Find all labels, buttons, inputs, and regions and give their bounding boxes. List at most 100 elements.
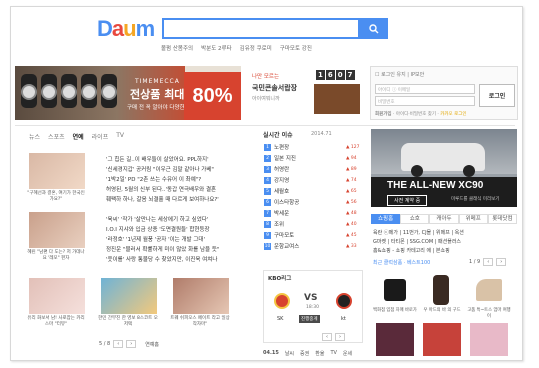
news-headline[interactable]: '웃이를' 사랑 통물당 수 찾았지만, 이진욱 여쳐나: [106, 255, 217, 263]
rank-text: 구마모토: [274, 233, 295, 239]
ip-security-label[interactable]: IP보안: [411, 72, 425, 78]
watch-banner-ad[interactable]: TIMEMECCA 전상품 최대 구매 전 꼭 알아야 다양한 상품 대기중 8…: [15, 66, 241, 120]
tab-shopping[interactable]: 쇼호: [400, 214, 430, 224]
news-headline[interactable]: 허영된, 5월의 신부 된다..'동갑 연극배우와 결혼: [106, 185, 216, 193]
news-caption[interactable]: 유리 화보서 남! 사로잡는 카리스마 "터뷰": [26, 316, 86, 328]
password-field[interactable]: 비밀번호: [375, 96, 475, 106]
next-button[interactable]: ›: [335, 333, 345, 341]
kbo-widget[interactable]: KBO리그 VS 18:30 SK kt 진행중게 ‹ ›: [263, 270, 363, 343]
shop-links[interactable]: 홈&쇼핑 - 쇼핑 카테고리 에 | 본쇼핑: [373, 247, 450, 254]
rank-text: 허영란: [274, 167, 290, 173]
stock-link[interactable]: 증권: [300, 350, 309, 357]
product-caption[interactable]: 우 아드의 바 의 구드: [420, 308, 464, 314]
news-thumbnail[interactable]: [101, 278, 157, 314]
search-input[interactable]: [162, 18, 360, 39]
weather-link[interactable]: 날씨: [285, 350, 294, 357]
tab-tv[interactable]: TV: [116, 132, 124, 141]
rank-text: 노편장: [274, 145, 290, 151]
news-headline[interactable]: 정진운 "블러서 확률하게 미이 않았 화를 남을 듯": [106, 245, 219, 253]
prev-button[interactable]: ‹: [113, 340, 124, 348]
prev-button[interactable]: ‹: [322, 333, 332, 341]
id-field[interactable]: 아이디 ⓘ 이메일: [375, 84, 475, 94]
team-logo: [274, 293, 290, 309]
exchange-link[interactable]: 환율: [315, 350, 324, 357]
ad-subtitle: 아이여뭐니까: [252, 96, 280, 102]
tv-link[interactable]: TV: [330, 350, 336, 357]
news-headline[interactable]: '육씨' '작가 '살만나는 세상에기 하고 싶었다': [106, 215, 208, 223]
ranking-item[interactable]: 7 박세운 ▲ 48: [264, 209, 357, 217]
news-thumbnail[interactable]: [29, 153, 85, 189]
watch-image: [81, 74, 97, 108]
trending-link[interactable]: 볼펌 산봄주의: [161, 44, 193, 52]
kakao-login-link[interactable]: 카카오 로그인: [440, 112, 466, 117]
news-headline[interactable]: 훼팩하 하나, 갈음 뇌결흘 때 다르게 보여하나요?': [106, 195, 219, 203]
tab-sports[interactable]: 스포츠: [48, 132, 65, 141]
ranking-item[interactable]: 9 구마모토 ▲ 45: [264, 231, 357, 239]
news-caption[interactable]: 트퀘 쉬피오스 페이트 라고 일상 작자마": [170, 316, 230, 328]
team-name: kt: [341, 316, 346, 322]
trending-link[interactable]: 김유정 쿠로미: [240, 44, 272, 52]
volvo-ad[interactable]: THE ALL-NEW XC90 사전 계약 중 미루드를 클래식 미리보기: [371, 129, 517, 207]
login-button[interactable]: 로그인: [479, 84, 515, 107]
news-caption[interactable]: "구혜선과 결혼, 여기가 한국인가요?": [26, 191, 86, 203]
product-image[interactable]: [423, 273, 461, 306]
product-image[interactable]: [376, 323, 414, 356]
product-caption[interactable]: 고품 특~트스 엄마 여행 이: [467, 308, 511, 319]
next-button[interactable]: ›: [496, 258, 507, 266]
find-account-link[interactable]: 아이디·비밀번호 찾기: [396, 112, 436, 117]
search-button[interactable]: [360, 18, 388, 39]
news-caption[interactable]: 혜린 "남편 다 도는? 저 가데나요 '레모" 펀자: [26, 250, 86, 262]
furniture-ad[interactable]: 나만 모르는 국민콘솔서랍장 아이여뭐니까 1607: [248, 66, 363, 120]
news-thumbnail[interactable]: [29, 212, 85, 248]
ad-clock: 1607: [316, 70, 355, 80]
tab-shopping[interactable]: 위메프: [458, 214, 488, 224]
logo-letter: a: [111, 16, 124, 41]
next-button[interactable]: ›: [126, 340, 137, 348]
rank-number: 10: [264, 242, 271, 250]
ranking-item[interactable]: 4 강지영 ▲ 74: [264, 176, 357, 184]
news-headline[interactable]: '1박2일' PD "2촌 쓰는 수유어 이 촤예"?: [106, 175, 201, 183]
banner-headline: 전상품 최대: [130, 88, 185, 101]
news-headline[interactable]: '라정호' '1년제 월풍 '공자 '이는 개발 그대': [106, 235, 205, 243]
ranking-item[interactable]: 6 이스타항공 ▲ 56: [264, 198, 357, 206]
prev-button[interactable]: ‹: [483, 258, 494, 266]
ranking-item[interactable]: 8 조위 ▲ 40: [264, 220, 357, 228]
tab-shopping[interactable]: 캐아두: [429, 214, 459, 224]
product-image[interactable]: [376, 273, 414, 306]
section-divider: [15, 125, 515, 126]
shop-links[interactable]: 육란 ⓒ메가 | 11번가, CJ몰 | 위메프 | 옥션: [373, 229, 464, 236]
news-headline[interactable]: '그 힙든 길..이 배우들이 살았어요. PPL하지': [106, 155, 209, 163]
daum-logo[interactable]: Daum: [97, 16, 155, 41]
entertainment-home-link[interactable]: 연예홈: [145, 341, 159, 348]
keep-login-label[interactable]: 로그인 유지: [381, 72, 406, 78]
news-caption[interactable]: 한민 간부진 한 영보 8스코트 오저택: [98, 316, 158, 328]
news-thumbnail[interactable]: [29, 278, 85, 314]
ranking-item[interactable]: 2 일본 지진 ▲ 94: [264, 154, 357, 162]
tab-shopping[interactable]: 롯데닷컴: [487, 214, 518, 224]
rank-delta: ▲ 33: [346, 243, 357, 249]
ranking-item[interactable]: 5 세월호 ▲ 65: [264, 187, 357, 195]
fortune-link[interactable]: 운세: [343, 350, 352, 357]
product-image[interactable]: [470, 323, 508, 356]
tab-entertainment[interactable]: 연예: [73, 132, 84, 141]
rank-number: 6: [264, 198, 271, 206]
news-thumbnail[interactable]: [173, 278, 229, 314]
news-headline[interactable]: '신세경지갑' 공커림 "이우근 김말 같아나 가베": [106, 165, 214, 173]
ranking-item[interactable]: 3 허영란 ▲ 89: [264, 165, 357, 173]
signup-link[interactable]: 회원가입: [375, 112, 392, 117]
watch-image: [21, 74, 37, 108]
news-headline[interactable]: I.O.I 지샤와 입금 상종 '도면결원들' 합현등장: [106, 225, 210, 233]
ranking-item[interactable]: 1 노편장 ▲ 127: [264, 143, 359, 151]
tab-life[interactable]: 라이프: [92, 132, 109, 141]
tab-shopping-home[interactable]: 쇼핑홈: [371, 214, 401, 224]
ranking-item[interactable]: 10 운항교여스 ▲ 33: [264, 242, 357, 250]
trending-link[interactable]: 구마모토 강진: [280, 44, 312, 52]
product-caption[interactable]: 백화점 입점 자매 바로가: [373, 308, 417, 314]
trending-link[interactable]: 박분도 2루타: [201, 44, 232, 52]
product-image[interactable]: [470, 273, 508, 306]
preorder-button[interactable]: 사전 계약 중: [387, 195, 428, 206]
product-image[interactable]: [423, 323, 461, 356]
tab-news[interactable]: 뉴스: [29, 132, 40, 141]
shop-links[interactable]: G마켓 | 타티몬 | SSG.COM | 패션플러스: [373, 238, 461, 245]
shop-label[interactable]: 최근 클럭삼품 · 베스트100: [373, 259, 430, 266]
